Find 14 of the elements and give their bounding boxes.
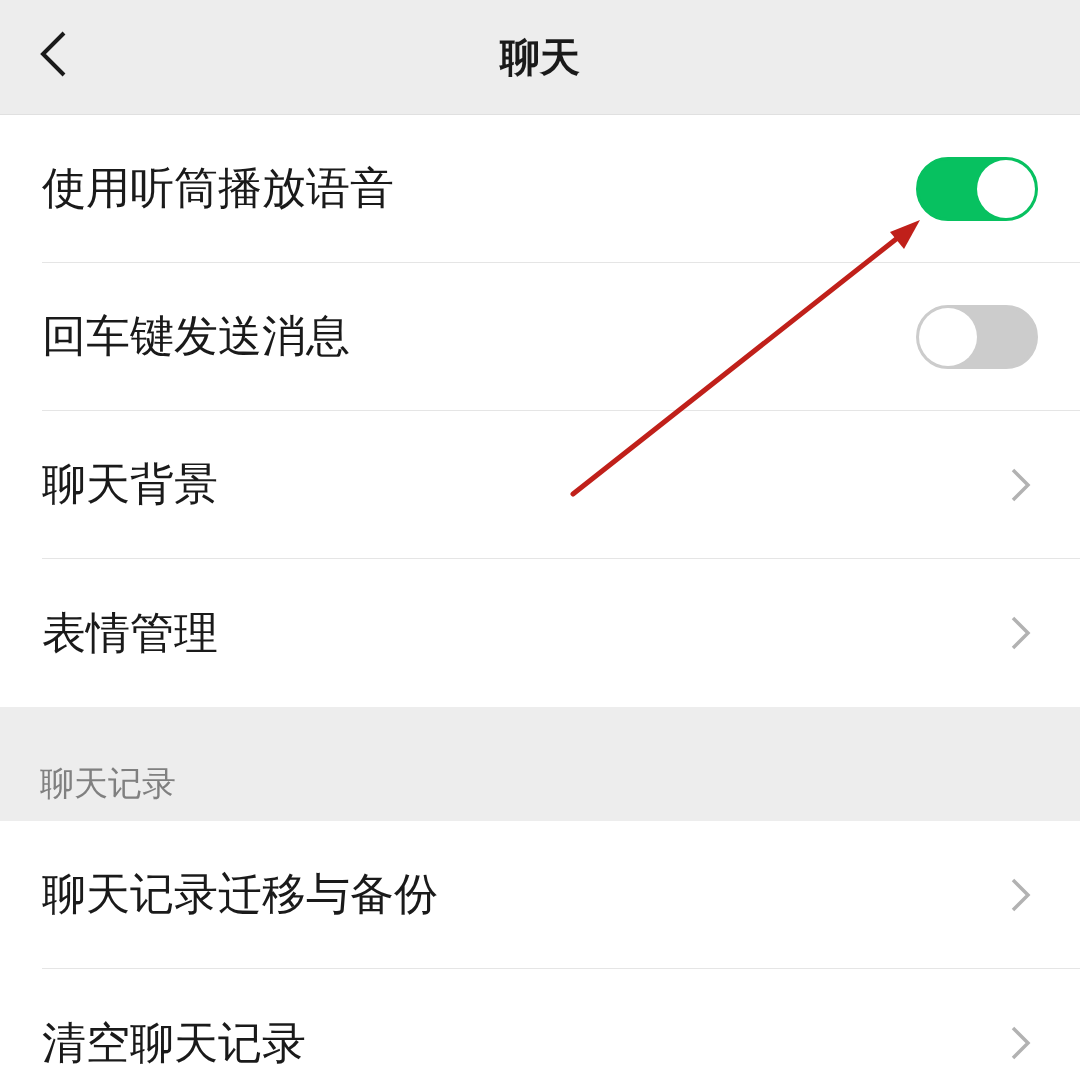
section-label: 聊天记录 [40,762,176,805]
toggle-switch[interactable] [916,156,1038,221]
chevron-right-icon[interactable] [1010,615,1032,651]
setting-label: 聊天背景 [42,457,219,511]
setting-label: 使用听筒播放语音 [42,161,395,215]
setting-label: 聊天记录迁移与备份 [42,867,439,921]
setting-label: 清空聊天记录 [42,1015,307,1070]
setting-label: 表情管理 [42,605,219,660]
chevron-right-icon[interactable] [1010,876,1032,913]
page-title: 聊天 [500,32,580,82]
setting-label: 回车键发送消息 [42,309,351,363]
chevron-right-icon[interactable] [1010,466,1032,503]
chevron-right-icon[interactable] [1010,1025,1032,1061]
back-icon[interactable] [38,30,68,78]
